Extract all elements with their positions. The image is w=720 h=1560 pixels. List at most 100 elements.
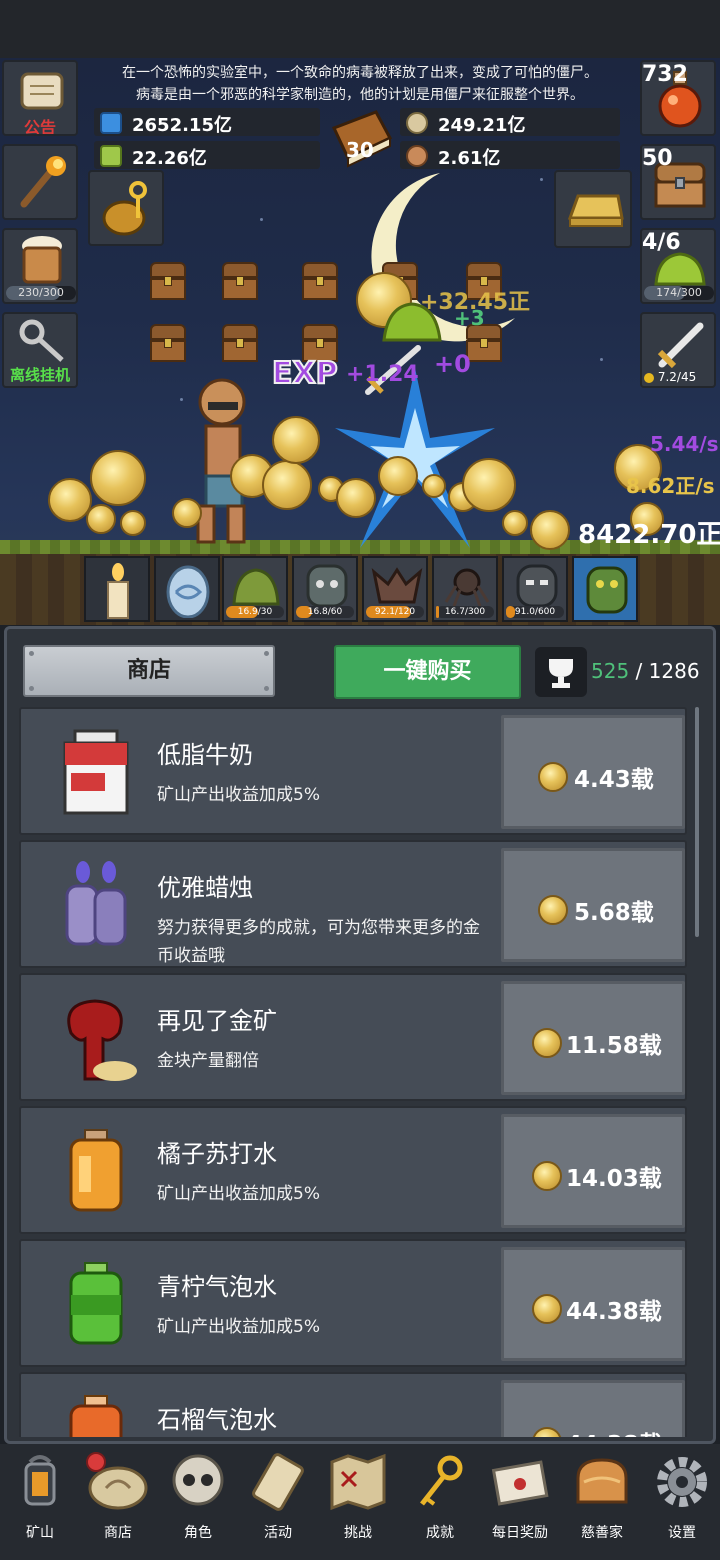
offline-idle-button[interactable]: 离线挂机	[2, 312, 78, 388]
nav-philanthropist[interactable]: 慈善家	[562, 1448, 642, 1552]
trophy-button[interactable]	[535, 647, 587, 697]
zero-popup: +0	[434, 350, 471, 378]
nav-settings[interactable]: 设置	[642, 1448, 720, 1552]
buy-button[interactable]: 11.58载	[501, 981, 685, 1095]
gold-dot-icon	[644, 372, 654, 383]
monster-slot-candle[interactable]	[84, 556, 150, 622]
shop-tab[interactable]: 商店	[23, 645, 275, 697]
nav-label: 角色	[184, 1525, 212, 1541]
golden-key-icon	[420, 1455, 463, 1506]
item-price: 44.38载	[566, 1299, 662, 1325]
ghoul-monster-progress: 91.0/600	[506, 606, 564, 618]
mine-chest[interactable]	[218, 320, 262, 364]
monster-slot-orc[interactable]	[572, 556, 638, 622]
item-price: 44.38载	[566, 1425, 662, 1437]
mine-chest[interactable]	[146, 258, 190, 302]
shop-item-row: 石榴气泡水 44.38载	[19, 1372, 687, 1437]
monster-slot-egg[interactable]	[154, 556, 220, 622]
scroll-notice-icon	[20, 72, 64, 110]
gold-coin	[172, 498, 202, 528]
green-potion-value: 22.26亿	[132, 148, 207, 169]
buy-all-button[interactable]: 一键购买	[334, 645, 521, 699]
nav-daily-reward[interactable]: 每日奖励	[480, 1448, 560, 1552]
buy-button[interactable]: 44.38载	[501, 1380, 685, 1437]
gold-coin	[502, 510, 528, 536]
gold-coin-icon	[538, 762, 568, 792]
green-popup: +3	[454, 306, 485, 330]
nav-mine[interactable]: 矿山	[0, 1448, 80, 1552]
torch-button[interactable]	[2, 144, 78, 220]
item-name: 石榴气泡水	[157, 1406, 277, 1434]
nav-achievement[interactable]: 成就	[400, 1448, 480, 1552]
buy-button[interactable]: 4.43载	[501, 715, 685, 829]
monster-slot-bat[interactable]: 92.1/120	[362, 556, 428, 622]
nav-challenge[interactable]: 挑战	[318, 1448, 398, 1552]
sword-progress-text: 7.2/45	[657, 370, 697, 384]
mine-chest[interactable]	[146, 320, 190, 364]
trophy-count: 525 / 1286	[591, 659, 700, 683]
trophy-total: 1286	[648, 659, 700, 683]
shop-item-row: 优雅蜡烛 努力获得更多的成就，可为您带来更多的金币收益哦 5.68载	[19, 840, 687, 968]
zombie-monster-icon	[306, 564, 348, 608]
lime-soda-icon	[69, 1262, 123, 1345]
nav-label: 每日奖励	[492, 1525, 548, 1541]
shop-item-list[interactable]: 低脂牛奶 矿山产出收益加成5% 4.43载 优雅蜡烛 努力获得更多的成就，可为您…	[19, 703, 687, 1437]
game-scene[interactable]: 在一个恐怖的实验室中，一个致命的病毒被释放了出来，变成了可怕的僵尸。 病毒是由一…	[0, 58, 720, 625]
bat-monster-icon	[371, 567, 423, 604]
slime-monster-progress: 16.9/30	[226, 606, 284, 618]
sword-button[interactable]: 7.2/45	[640, 312, 716, 388]
nav-character[interactable]: 角色	[158, 1448, 238, 1552]
skull-icon	[172, 1454, 224, 1506]
scroll-icon	[252, 1453, 304, 1511]
item-name: 低脂牛奶	[157, 741, 253, 769]
gold-bar-button[interactable]	[554, 170, 632, 248]
gold-coin	[378, 456, 418, 496]
chest-count: 50	[642, 146, 673, 171]
notification-dot	[86, 1452, 106, 1472]
notice-button[interactable]: 公告	[2, 60, 78, 136]
item-price: 14.03载	[566, 1166, 662, 1192]
item-name: 青柠气泡水	[157, 1273, 277, 1301]
item-name: 再见了金矿	[157, 1007, 277, 1035]
exp-label: EXP	[271, 355, 339, 392]
bat-monster-progress: 92.1/120	[366, 606, 424, 618]
nav-activity[interactable]: 活动	[238, 1448, 318, 1552]
key-chest-button[interactable]	[88, 170, 164, 246]
buy-button[interactable]: 14.03载	[501, 1114, 685, 1228]
buy-button[interactable]: 44.38载	[501, 1247, 685, 1361]
item-desc: 努力获得更多的成就，可为您带来更多的金币收益哦	[157, 918, 480, 966]
monster-slot-spider[interactable]: 16.7/300	[432, 556, 498, 622]
gold-coin	[90, 450, 146, 506]
potion-button[interactable]: 732	[640, 60, 716, 136]
shop-scrollbar[interactable]	[695, 707, 699, 937]
nav-label: 挑战	[344, 1525, 372, 1541]
potion-count: 732	[642, 62, 688, 87]
monster-slot-zombie[interactable]: 16.8/60	[292, 556, 358, 622]
book-button[interactable]: 30	[326, 108, 396, 168]
mine-chest[interactable]	[218, 258, 262, 302]
gold-coin	[86, 504, 116, 534]
pomegranate-soda-icon	[69, 1395, 123, 1437]
offline-label: 离线挂机	[9, 366, 70, 384]
buy-button[interactable]: 5.68载	[501, 848, 685, 962]
item-name: 优雅蜡烛	[157, 874, 253, 902]
bottom-nav: 矿山 商店 角色 活动 挑战 成就 每日奖励 慈善家 设置	[0, 1444, 720, 1560]
food-button[interactable]: 230/300	[2, 228, 78, 304]
slime-monster-icon	[232, 568, 280, 606]
gold-coin	[272, 416, 320, 464]
meat-value: 2.61亿	[438, 148, 501, 169]
monster-slot-ghoul[interactable]: 91.0/600	[502, 556, 568, 622]
coin-resource: 249.21亿	[400, 108, 620, 136]
gold-coin	[462, 458, 516, 512]
slime-button[interactable]: 4/6 174/300	[640, 228, 716, 304]
nav-label: 商店	[104, 1525, 132, 1541]
mine-chest[interactable]	[298, 258, 342, 302]
zombie-monster-progress: 16.8/60	[296, 606, 354, 618]
treasure-chest-button[interactable]: 50	[640, 144, 716, 220]
slime-progress-text: 174/300	[656, 286, 702, 299]
monster-slot-slime[interactable]: 16.9/30	[222, 556, 288, 622]
total-gold: 8422.70正	[578, 520, 720, 550]
blue-potion-value: 2652.15亿	[132, 115, 232, 136]
orc-monster-icon	[586, 566, 628, 614]
drink-mug-icon	[22, 236, 62, 284]
